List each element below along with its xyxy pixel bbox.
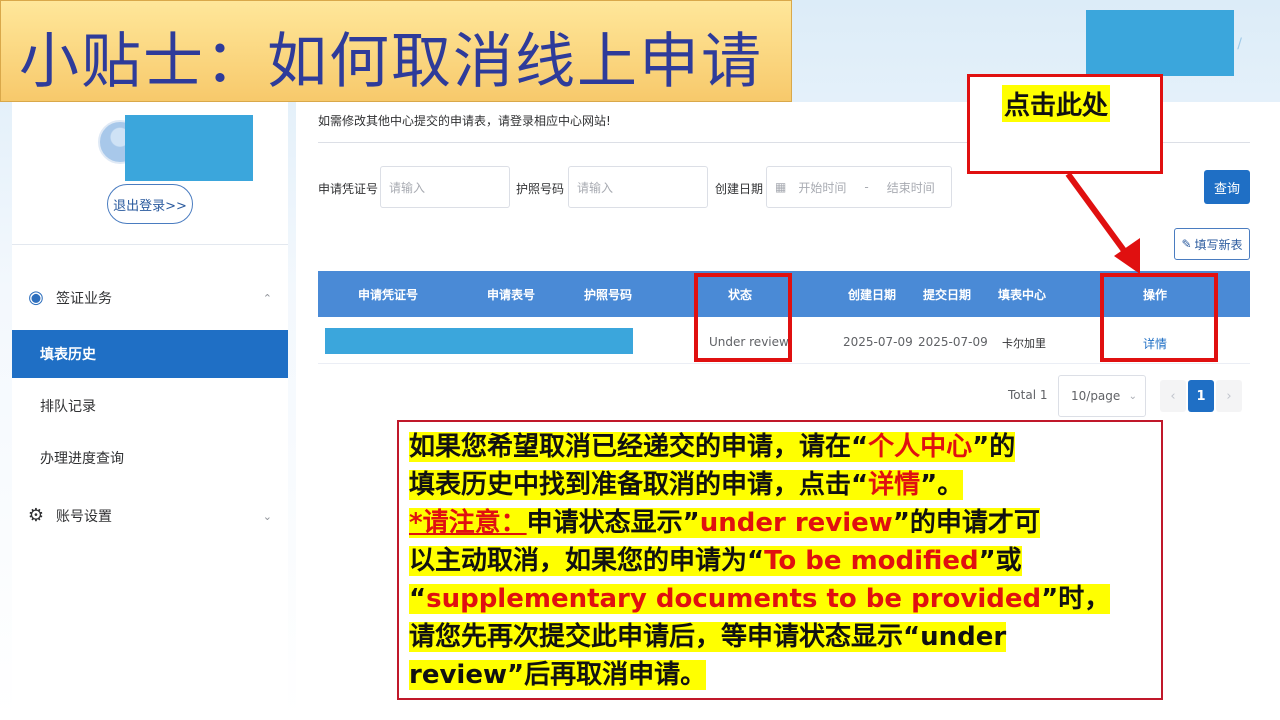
instruction-box: 如果您希望取消已经递交的申请，请在“个人中心”的 填表历史中找到准备取消的申请，… [397, 420, 1163, 700]
text-segment: 如果您希望取消已经递交的申请，请在“ [409, 432, 869, 462]
text-segment: 申请状态显示” [526, 508, 700, 538]
instruction-line-6: 请您先再次提交此申请后，等申请状态显示“under [409, 618, 1151, 656]
text-segment: under [920, 622, 1007, 652]
text-segment: 详情 [868, 470, 921, 500]
text-segment: *请注意： [409, 508, 527, 538]
text-segment: “ [409, 584, 427, 614]
text-segment: ”时， [1041, 584, 1111, 614]
text-segment: ”后再取消申请。 [506, 660, 707, 690]
instruction-line-3: *请注意：申请状态显示”under review”的申请才可 [409, 504, 1151, 542]
text-segment: ”的申请才可 [892, 508, 1040, 538]
text-segment: supplementary documents to be provided [426, 584, 1042, 614]
text-segment: ”。 [920, 470, 964, 500]
text-segment: 个人中心 [868, 432, 973, 462]
text-segment: 填表历史中找到准备取消的申请，点击“ [409, 470, 869, 500]
text-segment: To be modified [764, 546, 979, 576]
instruction-line-1: 如果您希望取消已经递交的申请，请在“个人中心”的 [409, 428, 1151, 466]
instruction-line-7: review”后再取消申请。 [409, 656, 1151, 694]
instruction-line-5: “supplementary documents to be provided”… [409, 580, 1151, 618]
arrow-shaft [1065, 172, 1131, 258]
text-segment: 请您先再次提交此申请后，等申请状态显示“ [409, 622, 921, 652]
text-segment: 以主动取消，如果您的申请为“ [409, 546, 765, 576]
instruction-line-4: 以主动取消，如果您的申请为“To be modified”或 [409, 542, 1151, 580]
text-segment: under review [699, 508, 893, 538]
text-segment: ”或 [978, 546, 1022, 576]
instruction-line-2: 填表历史中找到准备取消的申请，点击“详情”。 [409, 466, 1151, 504]
text-segment: ”的 [972, 432, 1016, 462]
text-segment: review [409, 660, 507, 690]
